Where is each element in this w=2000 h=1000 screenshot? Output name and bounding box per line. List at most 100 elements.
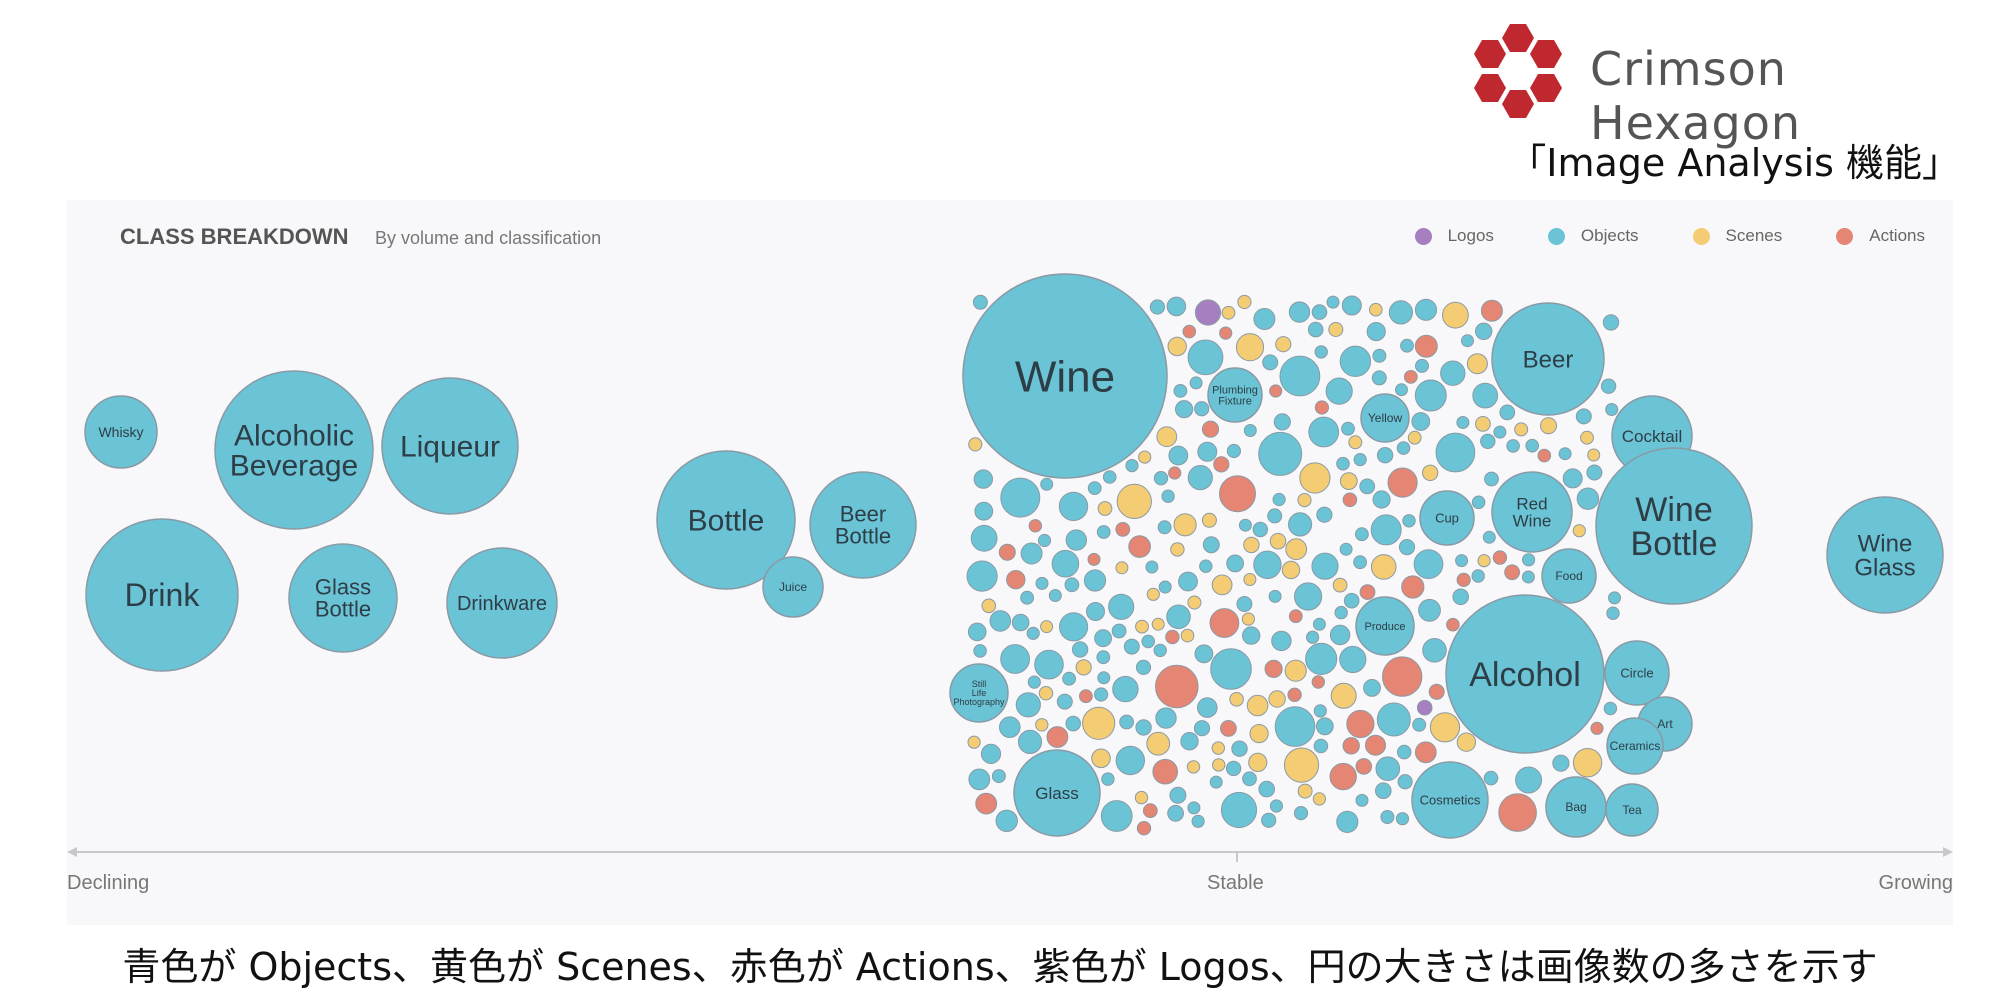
bubble-unlabeled[interactable]	[1346, 709, 1375, 739]
bubble-unlabeled[interactable]	[1115, 561, 1129, 575]
bubble-unlabeled[interactable]	[1169, 786, 1187, 804]
bubble-unlabeled[interactable]	[1209, 775, 1223, 789]
bubble-unlabeled[interactable]	[1603, 701, 1618, 716]
bubble-unlabeled[interactable]	[1180, 628, 1195, 643]
bubble-unlabeled[interactable]	[1606, 606, 1620, 620]
bubble-unlabeled[interactable]	[1480, 299, 1503, 322]
bubble-unlabeled[interactable]	[1359, 584, 1376, 601]
bubble-unlabeled[interactable]	[1371, 370, 1387, 386]
bubble-unlabeled[interactable]	[1422, 638, 1447, 663]
bubble-unlabeled[interactable]	[1000, 644, 1030, 674]
bubble-unlabeled[interactable]	[1370, 554, 1397, 580]
bubble-unlabeled[interactable]	[1226, 443, 1242, 459]
bubble-unlabeled[interactable]	[975, 792, 998, 815]
bubble-unlabeled[interactable]	[1040, 477, 1054, 491]
bubble-unlabeled[interactable]	[1339, 472, 1358, 491]
bubble-unlabeled[interactable]	[1094, 687, 1109, 702]
bubble-unlabeled[interactable]	[1253, 550, 1282, 579]
bubble-unlabeled[interactable]	[1258, 780, 1275, 798]
bubble-liqueur[interactable]: Liqueur	[381, 377, 519, 515]
bubble-unlabeled[interactable]	[981, 598, 997, 614]
bubble-unlabeled[interactable]	[1248, 752, 1268, 773]
bubble-unlabeled[interactable]	[1153, 471, 1169, 486]
bubble-unlabeled[interactable]	[1026, 626, 1040, 640]
bubble-unlabeled[interactable]	[1264, 659, 1283, 678]
bubble-unlabeled[interactable]	[1336, 456, 1350, 471]
bubble-unlabeled[interactable]	[1339, 542, 1353, 556]
bubble-unlabeled[interactable]	[1299, 462, 1331, 494]
bubble-unlabeled[interactable]	[1249, 724, 1269, 744]
bubble-unlabeled[interactable]	[1283, 747, 1320, 783]
bubble-unlabeled[interactable]	[1269, 532, 1287, 550]
bubble-unlabeled[interactable]	[1241, 612, 1256, 626]
bubble-unlabeled[interactable]	[1498, 793, 1537, 832]
bubble-unlabeled[interactable]	[1252, 521, 1269, 538]
bubble-unlabeled[interactable]	[1006, 570, 1026, 590]
bubble-unlabeled[interactable]	[1284, 659, 1307, 682]
bubble-unlabeled[interactable]	[1312, 617, 1326, 631]
bubble-unlabeled[interactable]	[1442, 301, 1469, 329]
bubble-unlabeled[interactable]	[1048, 589, 1062, 602]
bubble-unlabeled[interactable]	[1461, 334, 1474, 348]
bubble-unlabeled[interactable]	[1376, 447, 1394, 464]
bubble-unlabeled[interactable]	[1397, 774, 1413, 790]
bubble-unlabeled[interactable]	[1064, 577, 1080, 593]
bubble-unlabeled[interactable]	[1028, 519, 1042, 533]
bubble-unlabeled[interactable]	[1071, 641, 1089, 658]
bubble-unlabeled[interactable]	[1056, 693, 1073, 710]
bubble-unlabeled[interactable]	[1325, 377, 1353, 405]
bubble-unlabeled[interactable]	[1355, 793, 1369, 807]
bubble-ceramics[interactable]: Ceramics	[1606, 717, 1664, 775]
bubble-unlabeled[interactable]	[1149, 299, 1166, 315]
bubble-unlabeled[interactable]	[1157, 520, 1172, 535]
bubble-unlabeled[interactable]	[1281, 560, 1301, 580]
bubble-cup[interactable]: Cup	[1419, 490, 1475, 546]
bubble-unlabeled[interactable]	[1435, 432, 1476, 473]
bubble-unlabeled[interactable]	[1167, 804, 1184, 822]
bubble-unlabeled[interactable]	[1587, 448, 1601, 462]
bubble-alcoholic-beverage[interactable]: Alcoholic Beverage	[214, 370, 374, 530]
bubble-unlabeled[interactable]	[1272, 492, 1286, 507]
bubble-unlabeled[interactable]	[1226, 554, 1244, 573]
bubble-unlabeled[interactable]	[1194, 644, 1214, 664]
bubble-unlabeled[interactable]	[999, 716, 1021, 739]
bubble-unlabeled[interactable]	[1429, 712, 1461, 743]
bubble-unlabeled[interactable]	[1101, 772, 1115, 786]
bubble-unlabeled[interactable]	[1600, 378, 1617, 394]
bubble-unlabeled[interactable]	[1178, 571, 1198, 592]
bubble-unlabeled[interactable]	[1189, 376, 1203, 390]
bubble-unlabeled[interactable]	[1225, 760, 1242, 777]
bubble-unlabeled[interactable]	[1187, 801, 1201, 815]
bubble-unlabeled[interactable]	[1311, 304, 1328, 320]
bubble-unlabeled[interactable]	[1330, 682, 1357, 709]
bubble-unlabeled[interactable]	[1037, 533, 1052, 548]
bubble-unlabeled[interactable]	[1175, 400, 1194, 419]
bubble-unlabeled[interactable]	[1293, 806, 1309, 821]
bubble-unlabeled[interactable]	[1455, 554, 1469, 568]
bubble-unlabeled[interactable]	[1168, 466, 1182, 480]
bubble-unlabeled[interactable]	[998, 543, 1016, 561]
bubble-unlabeled[interactable]	[1213, 456, 1230, 473]
bubble-unlabeled[interactable]	[1506, 439, 1520, 453]
bubble-unlabeled[interactable]	[1515, 766, 1543, 794]
bubble-unlabeled[interactable]	[1138, 450, 1152, 464]
bubble-unlabeled[interactable]	[1221, 305, 1236, 320]
bubble-unlabeled[interactable]	[1456, 732, 1477, 752]
bubble-unlabeled[interactable]	[1375, 756, 1401, 782]
bubble-red-wine[interactable]: Red Wine	[1491, 471, 1573, 553]
bubble-unlabeled[interactable]	[1065, 529, 1087, 551]
bubble-unlabeled[interactable]	[1212, 758, 1226, 772]
bubble-unlabeled[interactable]	[1142, 803, 1158, 819]
bubble-produce[interactable]: Produce	[1355, 596, 1415, 656]
bubble-unlabeled[interactable]	[1156, 426, 1178, 448]
bubble-unlabeled[interactable]	[1342, 492, 1358, 508]
bubble-unlabeled[interactable]	[1315, 717, 1334, 736]
bubble-unlabeled[interactable]	[1242, 626, 1261, 645]
bubble-unlabeled[interactable]	[1366, 322, 1386, 342]
bubble-unlabeled[interactable]	[1297, 783, 1313, 799]
bubble-drink[interactable]: Drink	[85, 518, 239, 672]
bubble-unlabeled[interactable]	[1287, 687, 1302, 702]
bubble-unlabeled[interactable]	[1211, 574, 1233, 596]
bubble-unlabeled[interactable]	[1407, 430, 1422, 445]
bubble-unlabeled[interactable]	[1504, 564, 1520, 581]
